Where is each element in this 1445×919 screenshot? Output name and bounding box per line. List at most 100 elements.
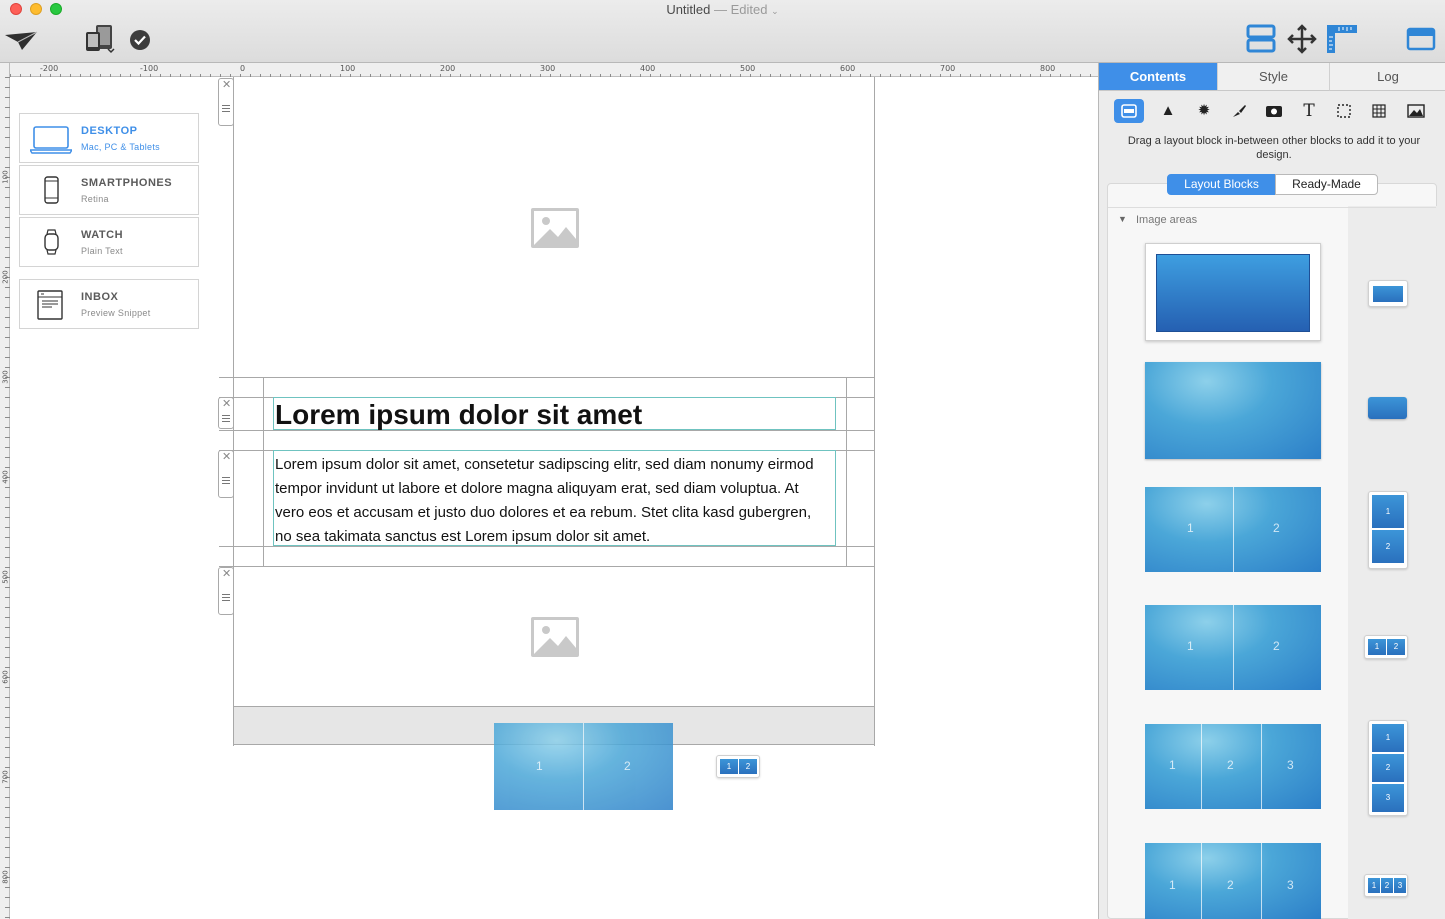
- ruler-tick: [5, 457, 10, 458]
- block-full-width-image-boxed[interactable]: [1145, 243, 1321, 341]
- ruler-tick: [1060, 74, 1061, 77]
- layout-block-icon[interactable]: [1114, 99, 1144, 123]
- ruler-label: 400: [1, 470, 10, 484]
- heading-text-block[interactable]: Lorem ipsum dolor sit amet: [273, 397, 836, 430]
- text-icon[interactable]: T: [1294, 99, 1324, 123]
- paragraph-text-block[interactable]: Lorem ipsum dolor sit amet, consetetur s…: [273, 450, 836, 546]
- ruler-tick: [950, 74, 951, 77]
- device-desktop[interactable]: DESKTOP Mac, PC & Tablets: [19, 113, 199, 163]
- ruler-tick: [5, 657, 10, 658]
- ruler-tick: [5, 207, 10, 208]
- selection-icon[interactable]: [1329, 99, 1359, 123]
- ruler-label: 100: [340, 64, 356, 73]
- image-area-block[interactable]: [234, 77, 874, 377]
- inbox-icon: [37, 290, 63, 320]
- image-area-block[interactable]: [234, 566, 874, 706]
- close-icon[interactable]: ✕: [222, 452, 231, 463]
- tab-log[interactable]: Log: [1329, 63, 1445, 91]
- ruler-tick: [5, 327, 10, 328]
- layout-blocks-icon[interactable]: [1245, 24, 1277, 54]
- email-canvas[interactable]: Lorem ipsum dolor sit amet Lorem ipsum d…: [219, 77, 875, 746]
- triangle-icon[interactable]: ▲: [1153, 99, 1183, 123]
- ruler-icon[interactable]: [1325, 23, 1359, 55]
- column-number: 1: [1187, 521, 1194, 535]
- ruler-tick: [5, 617, 10, 618]
- ruler-tick: [60, 74, 61, 77]
- block-handle[interactable]: ✕: [218, 397, 234, 429]
- ruler-tick: [5, 537, 10, 538]
- email-heading[interactable]: Lorem ipsum dolor sit amet: [275, 399, 642, 431]
- ruler-tick: [1040, 74, 1041, 77]
- drag-handle-icon[interactable]: [222, 105, 230, 112]
- column-number: 1: [720, 759, 738, 774]
- ruler-tick: [110, 74, 111, 77]
- ruler-label: 100: [1, 170, 10, 184]
- tab-contents[interactable]: Contents: [1099, 63, 1217, 91]
- block-handle[interactable]: ✕: [218, 567, 234, 615]
- ruler-label: 300: [540, 64, 556, 73]
- block-thumbnail[interactable]: 1 2: [1364, 635, 1408, 659]
- ruler-tick: [5, 547, 10, 548]
- column-number: 3: [1394, 878, 1406, 893]
- edited-status: — Edited: [714, 2, 768, 17]
- window-title[interactable]: Untitled — Edited ⌄: [0, 2, 1445, 17]
- collapse-triangle-icon[interactable]: ▼: [1118, 214, 1127, 224]
- device-inbox[interactable]: INBOX Preview Snippet: [19, 279, 199, 329]
- block-thumbnail[interactable]: 1 2 3: [1368, 720, 1408, 816]
- image-icon[interactable]: [1401, 99, 1431, 123]
- ruler-tick: [5, 397, 10, 398]
- email-body-text[interactable]: Lorem ipsum dolor sit amet, consetetur s…: [275, 453, 827, 549]
- horizontal-ruler[interactable]: -200 -100 0 100 200 300 400 500 600 700 800: [10, 63, 1098, 77]
- block-three-columns-stacking[interactable]: 1 2 3: [1145, 843, 1321, 919]
- device-subtitle: Retina: [81, 194, 109, 204]
- column-number: 3: [1287, 758, 1294, 772]
- ruler-tick: [1010, 74, 1011, 77]
- drag-handle-icon[interactable]: [222, 415, 230, 422]
- block-handle[interactable]: ✕: [218, 78, 234, 126]
- ruler-tick: [5, 727, 10, 728]
- ruler-tick: [50, 74, 51, 77]
- sidebar-icon[interactable]: [1406, 27, 1436, 51]
- block-thumbnail[interactable]: [1368, 280, 1408, 307]
- block-handle[interactable]: ✕: [218, 450, 234, 498]
- drag-handle-icon[interactable]: [222, 477, 230, 484]
- devices-icon[interactable]: [84, 24, 118, 54]
- ruler-tick: [5, 797, 10, 798]
- pattern-icon[interactable]: [1364, 99, 1394, 123]
- ruler-label: 800: [1040, 64, 1056, 73]
- drag-preview-block[interactable]: 1 2: [494, 723, 673, 810]
- ruler-tick: [1030, 74, 1031, 77]
- ruler-tick: [940, 74, 941, 77]
- ruler-tick: [5, 667, 10, 668]
- block-thumbnail[interactable]: 1 2 3: [1364, 874, 1408, 897]
- device-smartphones[interactable]: SMARTPHONES Retina: [19, 165, 199, 215]
- tab-style[interactable]: Style: [1217, 63, 1329, 91]
- block-two-columns-stacking[interactable]: 1 2: [1145, 605, 1321, 690]
- move-arrows-icon[interactable]: [1287, 24, 1317, 54]
- camera-icon[interactable]: [1259, 99, 1289, 123]
- block-full-width-image[interactable]: [1145, 362, 1321, 459]
- block-thumbnail[interactable]: [1368, 397, 1407, 419]
- ruler-tick: [880, 74, 881, 77]
- close-icon[interactable]: ✕: [222, 569, 231, 580]
- vertical-ruler[interactable]: 100 200 300 400 500 600 700 800: [0, 63, 10, 919]
- ruler-tick: [5, 127, 10, 128]
- block-two-columns[interactable]: 1 2: [1145, 487, 1321, 572]
- ruler-tick: [900, 74, 901, 77]
- badge-icon[interactable]: ✹: [1189, 99, 1219, 123]
- segment-layout-blocks[interactable]: Layout Blocks: [1167, 174, 1276, 195]
- drag-handle-icon[interactable]: [222, 594, 230, 601]
- close-icon[interactable]: ✕: [222, 399, 231, 410]
- block-three-columns[interactable]: 1 2 3: [1145, 724, 1321, 809]
- block-thumbnail[interactable]: 1 2: [1368, 491, 1408, 569]
- device-watch[interactable]: WATCH Plain Text: [19, 217, 199, 267]
- ruler-tick: [190, 74, 191, 77]
- ruler-label: 700: [1, 770, 10, 784]
- segment-ready-made[interactable]: Ready-Made: [1275, 174, 1378, 195]
- paper-plane-icon[interactable]: [4, 30, 38, 52]
- ruler-tick: [5, 487, 10, 488]
- brush-icon[interactable]: [1224, 99, 1254, 123]
- close-icon[interactable]: ✕: [222, 80, 231, 91]
- checkmark-icon[interactable]: [129, 29, 151, 51]
- ruler-label: 800: [1, 870, 10, 884]
